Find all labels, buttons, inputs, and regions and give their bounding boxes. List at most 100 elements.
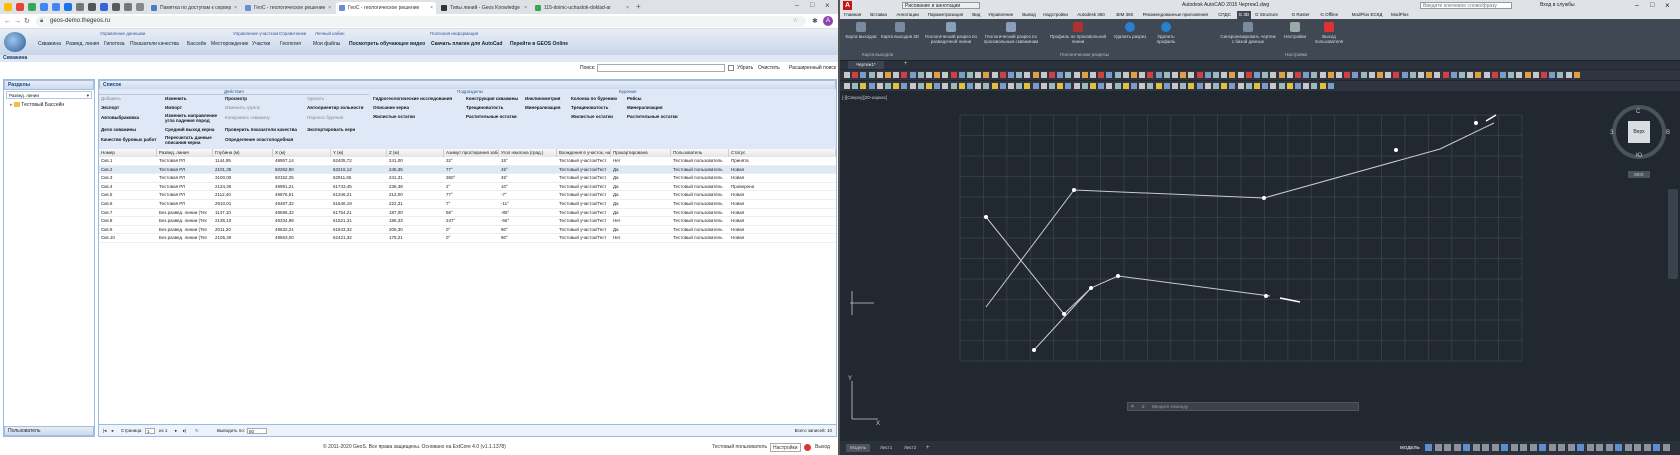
star-icon[interactable]: ☆ xyxy=(793,16,798,27)
status-toggle-icon[interactable] xyxy=(1615,444,1622,451)
toolbar-button-icon[interactable] xyxy=(1500,72,1506,78)
toolbar-button-icon[interactable] xyxy=(934,72,941,78)
minimize-icon[interactable]: – xyxy=(1635,0,1639,11)
url-input[interactable]: 🔒︎ geos-demo.thegeos.ru ☆ xyxy=(36,16,806,27)
toolbar-button-icon[interactable] xyxy=(1286,83,1293,89)
toolbar-button-icon[interactable] xyxy=(1434,72,1441,78)
status-toggle-icon[interactable] xyxy=(1539,444,1546,451)
toolbar-button-icon[interactable] xyxy=(1557,72,1564,78)
well-file-button[interactable]: Дело скважины xyxy=(101,127,136,132)
toolbar-button-icon[interactable] xyxy=(1549,72,1556,78)
toolbar-button-icon[interactable] xyxy=(1262,83,1269,89)
toolbar-button-icon[interactable] xyxy=(1368,72,1375,78)
subsection-link[interactable]: Инклинометрия xyxy=(525,96,560,101)
toolbar-button-icon[interactable] xyxy=(1172,83,1178,89)
section-by-line-button[interactable]: Геологический разрез по разведочной лини… xyxy=(924,22,978,44)
column-header[interactable]: Прокартирована xyxy=(611,149,671,157)
toolbar-button-icon[interactable] xyxy=(1163,72,1170,78)
power-icon[interactable] xyxy=(804,444,811,451)
toolbar-button-icon[interactable] xyxy=(1122,83,1129,89)
toolbar-button-icon[interactable] xyxy=(1049,72,1055,78)
column-header[interactable]: Z (м) xyxy=(387,149,444,157)
sidebar-user-panel[interactable]: Пользователь xyxy=(4,426,94,436)
column-header[interactable]: Пользователь xyxy=(671,149,729,157)
subsection-link[interactable]: Жилистые остатки xyxy=(373,114,415,119)
toolbar-button-icon[interactable] xyxy=(1532,72,1539,78)
toolbar-button-icon[interactable] xyxy=(1073,72,1080,78)
toolbar-button-icon[interactable] xyxy=(1319,72,1326,78)
status-toggle-icon[interactable] xyxy=(1548,444,1556,451)
toolbar-button-icon[interactable] xyxy=(885,83,891,89)
pinned-tab-icon[interactable] xyxy=(28,3,36,11)
toolbar-button-icon[interactable] xyxy=(901,83,908,89)
toolbar-button-icon[interactable] xyxy=(983,83,990,89)
close-window-icon[interactable]: × xyxy=(825,1,830,10)
toolbar-button-icon[interactable] xyxy=(868,83,875,89)
toolbar-button-icon[interactable] xyxy=(999,83,1006,89)
toolbar-button-icon[interactable] xyxy=(991,72,998,78)
status-toggle-icon[interactable] xyxy=(1634,444,1641,451)
status-toggle-icon[interactable] xyxy=(1586,444,1594,451)
toolbar-button-icon[interactable] xyxy=(1139,83,1146,89)
toolbar-button-icon[interactable] xyxy=(860,83,867,89)
column-header[interactable]: Развед. линия xyxy=(157,149,213,157)
clear-checkbox[interactable] xyxy=(728,65,734,71)
maximize-icon[interactable]: □ xyxy=(810,2,814,9)
logout-button[interactable]: Выход xyxy=(815,440,830,455)
toolbar-button-icon[interactable] xyxy=(901,72,908,78)
close-icon[interactable]: × xyxy=(234,2,237,14)
add-layout-icon[interactable]: + xyxy=(926,441,930,455)
table-row[interactable]: Скв.2 Тестовая РЛ 2101,35 50262,90 63216,12 2… xyxy=(99,165,836,175)
toolbar-button-icon[interactable] xyxy=(1016,72,1023,78)
status-toggle-icon[interactable] xyxy=(1662,444,1670,451)
toolbar-button-icon[interactable] xyxy=(1090,83,1096,89)
layout-tab-model[interactable]: Модель xyxy=(846,444,871,452)
ribbon-tab[interactable]: Аннотации xyxy=(896,11,919,19)
table-row[interactable]: Скв.8 Без развед. линии (Тес 2135,10 49334,… xyxy=(99,217,836,226)
search-input[interactable] xyxy=(597,64,725,72)
check-quality-button[interactable]: Проверить показатели качества xyxy=(225,127,297,132)
toolbar-button-icon[interactable] xyxy=(1311,72,1318,78)
menu-item[interactable]: Скважина xyxy=(38,41,61,47)
status-toggle-icon[interactable] xyxy=(1605,444,1613,451)
ribbon-tab[interactable]: Вид xyxy=(972,11,980,19)
toolbar-button-icon[interactable] xyxy=(909,72,916,78)
toolbar-button-icon[interactable] xyxy=(983,72,990,78)
import-button[interactable]: Импорт xyxy=(165,105,182,110)
refresh-icon[interactable]: ↻ xyxy=(195,425,199,437)
status-toggle-icon[interactable] xyxy=(1444,444,1451,451)
profile-button[interactable]: Профиль по произвольной линии xyxy=(1046,22,1110,44)
pinned-tab-icon[interactable] xyxy=(124,3,132,11)
toolbar-button-icon[interactable] xyxy=(1180,72,1187,78)
toolbar-button-icon[interactable] xyxy=(1467,72,1474,78)
maximize-icon[interactable]: □ xyxy=(1650,0,1654,11)
toolbar-button-icon[interactable] xyxy=(975,83,982,89)
pinned-tab-icon[interactable] xyxy=(64,3,72,11)
outcrop-map-button[interactable]: Карта выходов xyxy=(842,22,880,39)
toolbar-button-icon[interactable] xyxy=(1270,72,1277,78)
toolbar-button-icon[interactable] xyxy=(868,72,875,78)
new-tab-icon[interactable]: + xyxy=(636,2,641,11)
column-header[interactable]: Вхождения в участок, нас xyxy=(557,149,611,157)
toolbar-button-icon[interactable] xyxy=(1204,72,1211,78)
toolbar-button-icon[interactable] xyxy=(1295,72,1301,78)
browser-tab[interactable]: Типы линий - Geos Knowledge × xyxy=(438,2,530,14)
profile-avatar[interactable]: A xyxy=(823,16,833,26)
toolbar-button-icon[interactable] xyxy=(1008,83,1014,89)
sync-button[interactable]: Синхронизировать чертеж с базой данных xyxy=(1220,22,1276,44)
toolbar-button-icon[interactable] xyxy=(876,83,883,89)
subsection-link[interactable]: Растительные остатки xyxy=(466,114,517,119)
toolbar-button-icon[interactable] xyxy=(1040,72,1047,78)
toolbar-button-icon[interactable] xyxy=(1196,83,1203,89)
autopoint-button[interactable]: Автоориентир зольности xyxy=(307,105,364,110)
drilling-link[interactable]: Трещиноватость xyxy=(571,105,608,110)
compass-east[interactable]: В xyxy=(1666,130,1670,136)
toolbar-button-icon[interactable] xyxy=(1090,72,1096,78)
toolbar-button-icon[interactable] xyxy=(934,83,941,89)
toolbar-button-icon[interactable] xyxy=(1450,72,1457,78)
ribbon-tab[interactable]: Параметризация xyxy=(928,11,963,19)
table-row[interactable]: Скв.3 Тестовая РЛ 3100,00 50152,25 62911,65 2… xyxy=(99,174,836,183)
menu-item[interactable]: Месторождение xyxy=(211,41,248,47)
ribbon-tab[interactable]: ModPlus ЕСКД xyxy=(1352,11,1383,19)
menu-item[interactable]: Геология xyxy=(280,41,301,47)
